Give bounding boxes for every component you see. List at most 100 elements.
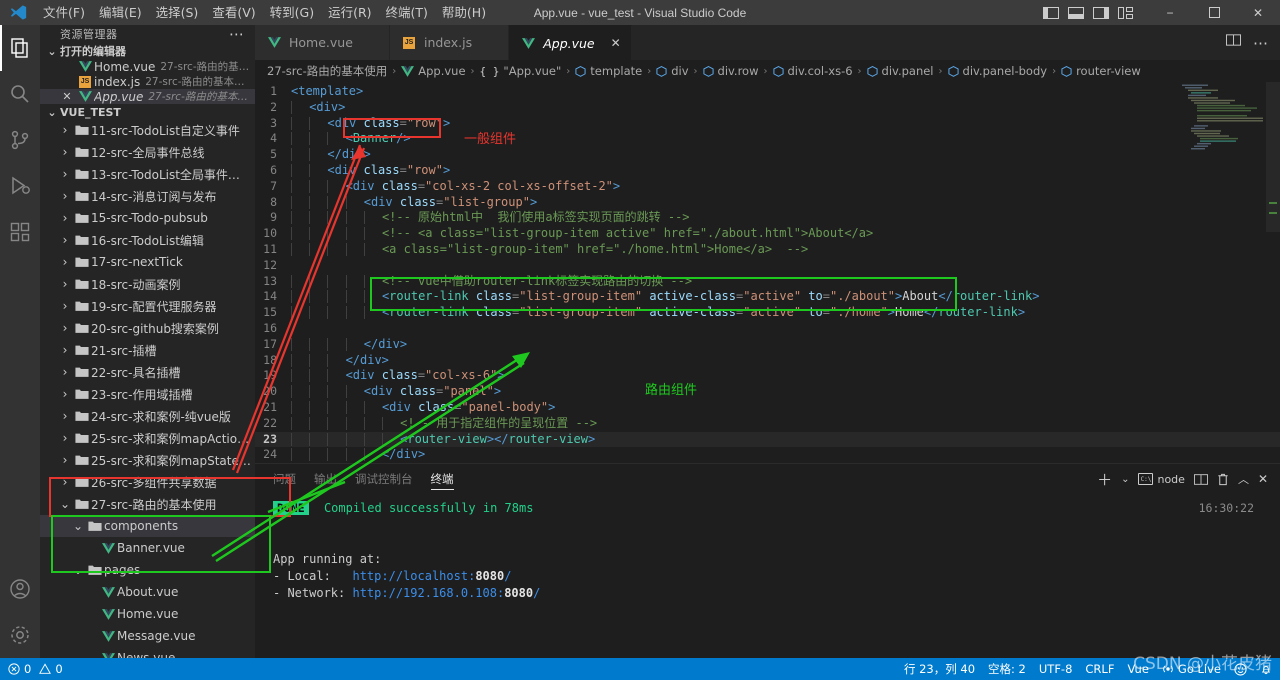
tree-folder[interactable]: ›26-src-多组件共享数据	[40, 471, 255, 493]
terminal-output[interactable]: DONE Compiled successfully in 78ms App r…	[255, 494, 1280, 658]
code-line[interactable]: 7<div class="col-xs-2 col-xs-offset-2">	[255, 179, 1280, 195]
tree-folder[interactable]: ›19-src-配置代理服务器	[40, 295, 255, 317]
chevron-down-icon[interactable]: ⌄	[1121, 474, 1129, 485]
code-line[interactable]: 22<!-- 用于指定组件的呈现位置 -->	[255, 416, 1280, 432]
open-editor-index-js[interactable]: JS index.js 27-src-路由的基本使用\ro...	[40, 74, 255, 89]
code-line[interactable]: 19<div class="col-xs-6">	[255, 368, 1280, 384]
trash-icon[interactable]	[1217, 473, 1229, 486]
tree-folder[interactable]: ›24-src-求和案例-纯vue版	[40, 405, 255, 427]
code-line[interactable]: 9<!-- 原始html中 我们使用a标签实现页面的跳转 -->	[255, 210, 1280, 226]
code-line[interactable]: 14<router-link class="list-group-item" a…	[255, 289, 1280, 305]
tree-folder[interactable]: ›11-src-TodoList自定义事件	[40, 119, 255, 141]
more-actions-icon[interactable]: ⋯	[229, 25, 245, 43]
breadcrumb-item[interactable]: div.col-xs-6	[773, 64, 853, 78]
menu-help[interactable]: 帮助(H)	[435, 0, 493, 25]
tab-index-js[interactable]: JS index.js ✕	[390, 25, 509, 60]
tree-folder[interactable]: ›16-src-TodoList编辑	[40, 229, 255, 251]
tree-folder[interactable]: ›23-src-作用域插槽	[40, 383, 255, 405]
split-editor-icon[interactable]	[1226, 33, 1241, 52]
chevron-up-icon[interactable]: ︿	[1238, 471, 1249, 487]
close-icon[interactable]: ✕	[1258, 472, 1268, 486]
code-line[interactable]: 8<div class="list-group">	[255, 195, 1280, 211]
code-line[interactable]: 12	[255, 258, 1280, 274]
open-editor-home-vue[interactable]: Home.vue 27-src-路由的基本使用...	[40, 59, 255, 74]
code-editor[interactable]: 1<template>2<div>3<div class="row">4<Ban…	[255, 82, 1280, 463]
menu-terminal[interactable]: 终端(T)	[379, 0, 435, 25]
plus-icon[interactable]: ＋	[1097, 469, 1112, 490]
toggle-panel-icon[interactable]	[1068, 6, 1084, 20]
breadcrumb-item[interactable]: router-view	[1061, 64, 1141, 78]
breadcrumb-item[interactable]: div.panel-body	[948, 64, 1048, 78]
minimize-button[interactable]: −	[1148, 0, 1192, 25]
menu-file[interactable]: 文件(F)	[36, 0, 92, 25]
breadcrumb-item[interactable]: div	[656, 64, 688, 78]
activity-settings[interactable]	[0, 612, 40, 658]
tree-file[interactable]: Message.vue	[40, 625, 255, 647]
code-line[interactable]: 16	[255, 321, 1280, 337]
tree-file[interactable]: About.vue	[40, 581, 255, 603]
code-line[interactable]: 13<!-- vue中借助router-link标签实现路由的切换 -->	[255, 274, 1280, 290]
status-warnings[interactable]: 0	[39, 662, 62, 676]
tree-folder[interactable]: ›18-src-动画案例	[40, 273, 255, 295]
status-eol[interactable]: CRLF	[1085, 662, 1114, 676]
activity-run-debug[interactable]	[0, 163, 40, 209]
panel-tab-problems[interactable]: 问题	[273, 464, 296, 494]
editor-vertical-scrollbar[interactable]	[1266, 82, 1280, 463]
breadcrumb-item[interactable]: App.vue	[401, 64, 465, 78]
activity-source-control[interactable]	[0, 117, 40, 163]
code-line[interactable]: 24</div>	[255, 447, 1280, 463]
panel-tab-output[interactable]: 输出	[314, 464, 337, 494]
open-editor-app-vue[interactable]: ✕ App.vue 27-src-路由的基本使用	[40, 89, 255, 104]
section-workspace[interactable]: ⌄ VUE_TEST	[40, 106, 255, 119]
breadcrumb-item[interactable]: div.row	[703, 64, 759, 78]
tree-file[interactable]: News.vue	[40, 647, 255, 658]
activity-accounts[interactable]	[0, 566, 40, 612]
close-icon[interactable]: ✕	[601, 36, 621, 50]
tree-folder[interactable]: ›12-src-全局事件总线	[40, 141, 255, 163]
tree-file[interactable]: Banner.vue	[40, 537, 255, 559]
tree-folder[interactable]: ⌄pages	[40, 559, 255, 581]
more-actions-icon[interactable]: ⋯	[1253, 34, 1268, 52]
status-notifications[interactable]	[1260, 663, 1272, 676]
split-terminal-icon[interactable]	[1194, 473, 1208, 486]
code-line[interactable]: 3<div class="row">	[255, 116, 1280, 132]
breadcrumb-item[interactable]: template	[575, 64, 642, 78]
code-line[interactable]: 11<a class="list-group-item" href="./hom…	[255, 242, 1280, 258]
maximize-button[interactable]	[1192, 0, 1236, 25]
activity-explorer[interactable]	[0, 25, 40, 71]
panel-tab-debug-console[interactable]: 调试控制台	[355, 464, 413, 494]
code-line[interactable]: 20<div class="panel">	[255, 384, 1280, 400]
close-icon[interactable]: ✕	[58, 90, 76, 103]
status-cursor-position[interactable]: 行 23，列 40	[904, 661, 975, 677]
activity-search[interactable]	[0, 71, 40, 117]
customize-layout-icon[interactable]	[1118, 6, 1134, 20]
code-line[interactable]: 21<div class="panel-body">	[255, 400, 1280, 416]
breadcrumb-item[interactable]: div.panel	[867, 64, 934, 78]
activity-extensions[interactable]	[0, 209, 40, 255]
code-line[interactable]: 17</div>	[255, 337, 1280, 353]
status-errors[interactable]: 0	[8, 662, 31, 676]
code-line[interactable]: 23<router-view></router-view>	[255, 432, 1280, 448]
menu-run[interactable]: 运行(R)	[321, 0, 378, 25]
menu-go[interactable]: 转到(G)	[263, 0, 321, 25]
tree-folder[interactable]: ›25-src-求和案例mapState和map...	[40, 449, 255, 471]
tree-folder[interactable]: ›13-src-TodoList全局事件总线	[40, 163, 255, 185]
status-encoding[interactable]: UTF-8	[1039, 662, 1073, 676]
tree-folder[interactable]: ›22-src-具名插槽	[40, 361, 255, 383]
status-indentation[interactable]: 空格: 2	[988, 661, 1026, 677]
menu-view[interactable]: 查看(V)	[205, 0, 262, 25]
code-line[interactable]: 4<Banner/>	[255, 131, 1280, 147]
tree-file[interactable]: Home.vue	[40, 603, 255, 625]
tree-folder[interactable]: ›17-src-nextTick	[40, 251, 255, 273]
menu-selection[interactable]: 选择(S)	[149, 0, 206, 25]
menu-edit[interactable]: 编辑(E)	[92, 0, 149, 25]
panel-tab-terminal[interactable]: 终端	[431, 464, 454, 494]
code-line[interactable]: 15<router-link class="list-group-item" a…	[255, 305, 1280, 321]
tree-folder[interactable]: ›21-src-插槽	[40, 339, 255, 361]
tree-folder[interactable]: ›25-src-求和案例mapActions和ma...	[40, 427, 255, 449]
toggle-primary-sidebar-icon[interactable]	[1043, 6, 1059, 20]
code-line[interactable]: 2<div>	[255, 100, 1280, 116]
tree-folder[interactable]: ⌄27-src-路由的基本使用	[40, 493, 255, 515]
code-line[interactable]: 1<template>	[255, 84, 1280, 100]
code-line[interactable]: 5</div>	[255, 147, 1280, 163]
